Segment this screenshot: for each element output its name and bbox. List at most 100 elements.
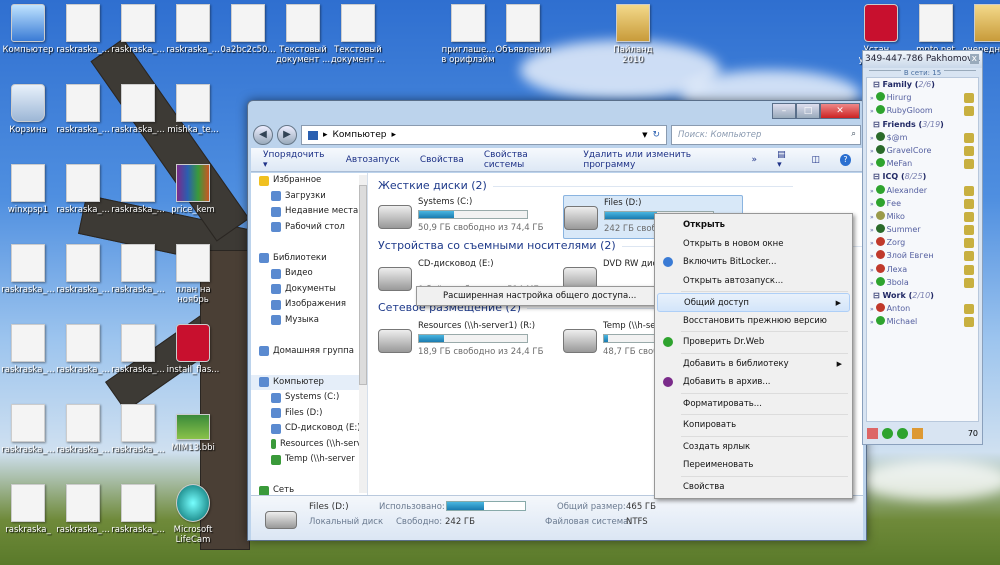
- nav-item[interactable]: CD-дисковод (E:): [251, 421, 367, 437]
- desktop-icon[interactable]: raskraska_...: [110, 164, 166, 215]
- toolbar-button[interactable]: Свойства: [420, 155, 464, 165]
- refresh-icon[interactable]: ↻: [652, 130, 660, 140]
- desktop-icon[interactable]: Microsoft LifeCam: [165, 484, 221, 545]
- contact-group[interactable]: ⊟ Family (2/6): [867, 78, 978, 91]
- settings-icon[interactable]: [912, 427, 923, 439]
- collapse-icon[interactable]: ⊟: [873, 172, 883, 181]
- desktop-icon[interactable]: raskraska_...: [55, 84, 111, 135]
- desktop-icon[interactable]: raskraska_...: [55, 484, 111, 535]
- contact[interactable]: » Зbola: [867, 276, 978, 289]
- contact-group[interactable]: ⊟ Friends (3/19): [867, 118, 978, 131]
- menu-item[interactable]: Открыть автозапуск...: [657, 272, 850, 291]
- scrollbar-thumb[interactable]: [359, 185, 367, 385]
- contact[interactable]: » Fее: [867, 197, 978, 210]
- menu-item[interactable]: Добавить в архив...: [657, 373, 850, 392]
- menu-item[interactable]: Переименовать: [657, 456, 850, 475]
- back-button[interactable]: ◀: [253, 125, 273, 145]
- desktop-icon[interactable]: winxpsp1: [0, 164, 56, 215]
- nav-item[interactable]: Рабочий стол: [251, 220, 367, 236]
- address-dropdown-icon[interactable]: ▼: [642, 131, 647, 139]
- desktop-icon[interactable]: Корзина: [0, 84, 56, 135]
- contact[interactable]: » GravelCore: [867, 144, 978, 157]
- close-icon[interactable]: x: [969, 54, 979, 64]
- menu-item[interactable]: Форматировать...: [657, 395, 850, 414]
- contact[interactable]: » Anton: [867, 302, 978, 315]
- nav-item[interactable]: Недавние места: [251, 204, 367, 220]
- desktop-icon[interactable]: очередная...: [963, 4, 1000, 55]
- menu-item[interactable]: Восстановить прежнюю версию: [657, 312, 850, 331]
- nav-item[interactable]: Библиотеки: [251, 251, 367, 267]
- desktop-icon[interactable]: MIM13.bbi: [165, 404, 221, 453]
- nav-item[interactable]: Resources (\\h-serve: [251, 437, 367, 453]
- nav-item[interactable]: Документы: [251, 282, 367, 298]
- drive-item[interactable]: Resources (\\h-server1) (R:) 18,9 ГБ своб…: [378, 319, 558, 363]
- toolbar-button[interactable]: Удалить или изменить программу: [583, 150, 731, 170]
- nav-item[interactable]: Systems (C:): [251, 390, 367, 406]
- desktop-icon[interactable]: raskraska_...: [55, 164, 111, 215]
- desktop-icon[interactable]: приглаше... в орифлэйм: [440, 4, 496, 65]
- menu-item[interactable]: Свойства: [657, 478, 850, 497]
- desktop-icon[interactable]: raskraska_...: [110, 84, 166, 135]
- nav-item[interactable]: Загрузки: [251, 189, 367, 205]
- desktop-icon[interactable]: raskraska_...: [55, 244, 111, 295]
- drive-item[interactable]: Systems (C:) 50,9 ГБ свободно из 74,4 ГБ: [378, 195, 558, 239]
- status-online-icon[interactable]: [882, 427, 893, 439]
- contact[interactable]: » Michael: [867, 315, 978, 328]
- collapse-icon[interactable]: ⊟: [873, 291, 883, 300]
- contact[interactable]: » Леха: [867, 263, 978, 276]
- nav-item[interactable]: Изображения: [251, 297, 367, 313]
- desktop-icon[interactable]: mishka_te...: [165, 84, 221, 135]
- search-input[interactable]: Поиск: Компьютер ⌕: [671, 125, 861, 145]
- view-options-icon[interactable]: ▤ ▾: [777, 150, 791, 170]
- collapse-icon[interactable]: ⊟: [873, 80, 883, 89]
- desktop-icon[interactable]: raskraska_...: [0, 244, 56, 295]
- menu-item[interactable]: Создать ярлык: [657, 438, 850, 457]
- menu-icon[interactable]: [867, 427, 878, 439]
- forward-button[interactable]: ▶: [277, 125, 297, 145]
- nav-item[interactable]: Files (D:): [251, 406, 367, 422]
- desktop-icon[interactable]: raskraska_...: [165, 4, 221, 55]
- menu-item[interactable]: Копировать: [657, 416, 850, 435]
- desktop-icon[interactable]: Текстовый документ ...: [275, 4, 331, 65]
- group-removable[interactable]: Устройства со съемными носителями (2): [378, 239, 921, 252]
- desktop-icon[interactable]: raskraska_: [0, 484, 56, 535]
- breadcrumb-computer[interactable]: Компьютер: [333, 130, 387, 140]
- collapse-icon[interactable]: ⊟: [873, 120, 883, 129]
- desktop-icon[interactable]: Текстовый документ ...: [330, 4, 386, 65]
- toolbar-button[interactable]: Упорядочить ▾: [263, 150, 326, 170]
- close-button[interactable]: ✕: [820, 103, 860, 119]
- contact[interactable]: » Summer: [867, 223, 978, 236]
- minimize-button[interactable]: –: [772, 103, 796, 119]
- desktop-icon[interactable]: raskraska_...: [0, 404, 56, 455]
- contact-group[interactable]: ⊟ ICQ (8/25): [867, 170, 978, 183]
- help-icon[interactable]: ?: [840, 153, 851, 166]
- contact[interactable]: » Hirurg: [867, 91, 978, 104]
- desktop-icon[interactable]: план на ноябрь: [165, 244, 221, 305]
- contact[interactable]: » Злой Евген: [867, 249, 978, 262]
- nav-item[interactable]: Видео: [251, 266, 367, 282]
- contact[interactable]: » RubyGloom: [867, 104, 978, 117]
- submenu-advanced-sharing[interactable]: Расширенная настройка общего доступа...: [417, 287, 655, 306]
- desktop-icon[interactable]: Объявления: [495, 4, 551, 55]
- desktop-icon[interactable]: raskraska_...: [110, 404, 166, 455]
- nav-item[interactable]: Компьютер: [251, 374, 367, 390]
- menu-item[interactable]: Добавить в библиотеку ▶: [657, 355, 850, 374]
- desktop-icon[interactable]: raskraska_...: [55, 404, 111, 455]
- group-hard-disks[interactable]: Жесткие диски (2): [378, 179, 793, 192]
- nav-item[interactable]: Музыка: [251, 313, 367, 329]
- menu-item[interactable]: Общий доступ ▶: [657, 293, 850, 312]
- nav-item[interactable]: Домашняя группа: [251, 344, 367, 360]
- menu-item[interactable]: Включить BitLocker...: [657, 253, 850, 272]
- nav-item[interactable]: Temp (\\h-server: [251, 452, 367, 468]
- address-bar[interactable]: ▸ Компьютер ▸ ▼ ↻: [301, 125, 667, 145]
- contact[interactable]: » $@m: [867, 131, 978, 144]
- toolbar-button[interactable]: Свойства системы: [484, 150, 564, 170]
- preview-pane-icon[interactable]: ◫: [812, 155, 821, 165]
- desktop-icon[interactable]: raskraska_...: [110, 324, 166, 375]
- desktop-icon[interactable]: install_flas...: [165, 324, 221, 375]
- contact[interactable]: » Zorg: [867, 236, 978, 249]
- desktop-icon[interactable]: raskraska_...: [110, 244, 166, 295]
- nav-scrollbar[interactable]: [359, 175, 367, 493]
- toolbar-button[interactable]: »: [752, 155, 758, 165]
- desktop-icon[interactable]: raskraska_...: [55, 4, 111, 55]
